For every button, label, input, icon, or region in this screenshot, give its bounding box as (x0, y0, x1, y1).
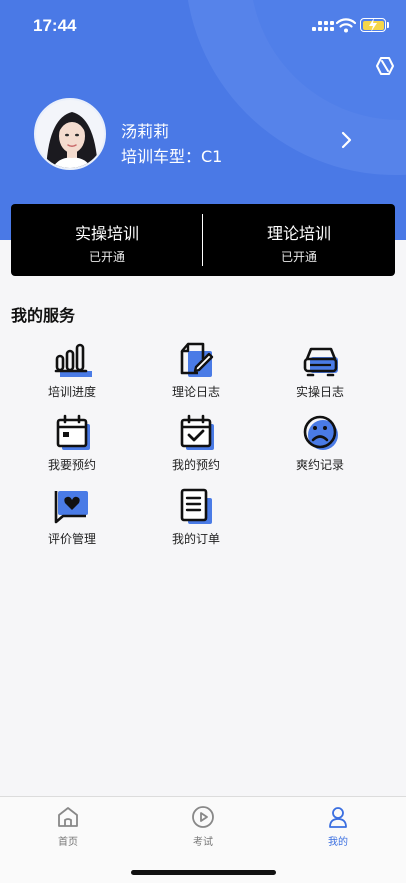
cellular-signal-icon (312, 20, 334, 34)
user-icon (329, 807, 347, 828)
services-title: 我的服务 (11, 306, 76, 325)
note-edit-icon (180, 342, 214, 377)
theory-training-item[interactable]: 理论培训 已开通 (203, 204, 395, 276)
home-indicator (131, 870, 276, 875)
car-icon (303, 347, 338, 377)
service-label: 我的预约 (171, 458, 220, 472)
theory-training-status: 已开通 (280, 250, 317, 264)
document-icon (180, 488, 212, 524)
settings-icon[interactable] (374, 55, 396, 77)
training-car-type: 培训车型：C1 (121, 147, 223, 166)
service-training-progress[interactable]: 培训进度 (22, 341, 122, 411)
service-label: 我的订单 (171, 532, 220, 546)
wifi-icon (336, 18, 356, 33)
battery-icon (360, 18, 386, 32)
service-label: 实操日志 (295, 385, 344, 399)
battery-tip (387, 22, 389, 28)
sad-face-icon (303, 415, 338, 450)
heart-message-icon (54, 491, 88, 524)
status-time: 17:44 (33, 16, 77, 35)
service-missed-appointments[interactable]: 爽约记录 (270, 414, 370, 484)
bar-chart-icon (54, 343, 92, 377)
tab-exam[interactable]: 考试 (168, 805, 238, 849)
tab-label: 首页 (58, 837, 78, 848)
training-status-card: 实操培训 已开通 理论培训 已开通 (11, 204, 395, 276)
tab-label: 考试 (193, 837, 213, 848)
service-label: 评价管理 (47, 532, 96, 546)
play-circle-icon (192, 806, 214, 828)
user-name: 汤莉莉 (121, 122, 170, 141)
calendar-icon (56, 414, 90, 450)
practical-training-item[interactable]: 实操培训 已开通 (11, 204, 203, 276)
practical-training-title: 实操培训 (74, 224, 139, 243)
service-review-management[interactable]: 评价管理 (22, 488, 122, 558)
theory-training-title: 理论培训 (266, 224, 331, 243)
practical-training-status: 已开通 (88, 250, 125, 264)
service-label: 爽约记录 (295, 458, 344, 472)
avatar[interactable] (34, 98, 106, 170)
status-bar: 17:44 (0, 0, 406, 50)
calendar-check-icon (180, 414, 214, 450)
service-label: 理论日志 (171, 385, 220, 399)
service-label: 培训进度 (47, 385, 96, 399)
tab-home[interactable]: 首页 (33, 805, 103, 849)
home-icon (58, 807, 78, 827)
service-practical-log[interactable]: 实操日志 (270, 341, 370, 411)
service-make-appointment[interactable]: 我要预约 (22, 414, 122, 484)
service-theory-log[interactable]: 理论日志 (146, 341, 246, 411)
service-my-orders[interactable]: 我的订单 (146, 488, 246, 558)
service-label: 我要预约 (47, 458, 96, 472)
chevron-right-icon[interactable] (341, 131, 353, 149)
tab-label: 我的 (328, 837, 348, 848)
tab-mine[interactable]: 我的 (303, 805, 373, 849)
service-my-appointments[interactable]: 我的预约 (146, 414, 246, 484)
